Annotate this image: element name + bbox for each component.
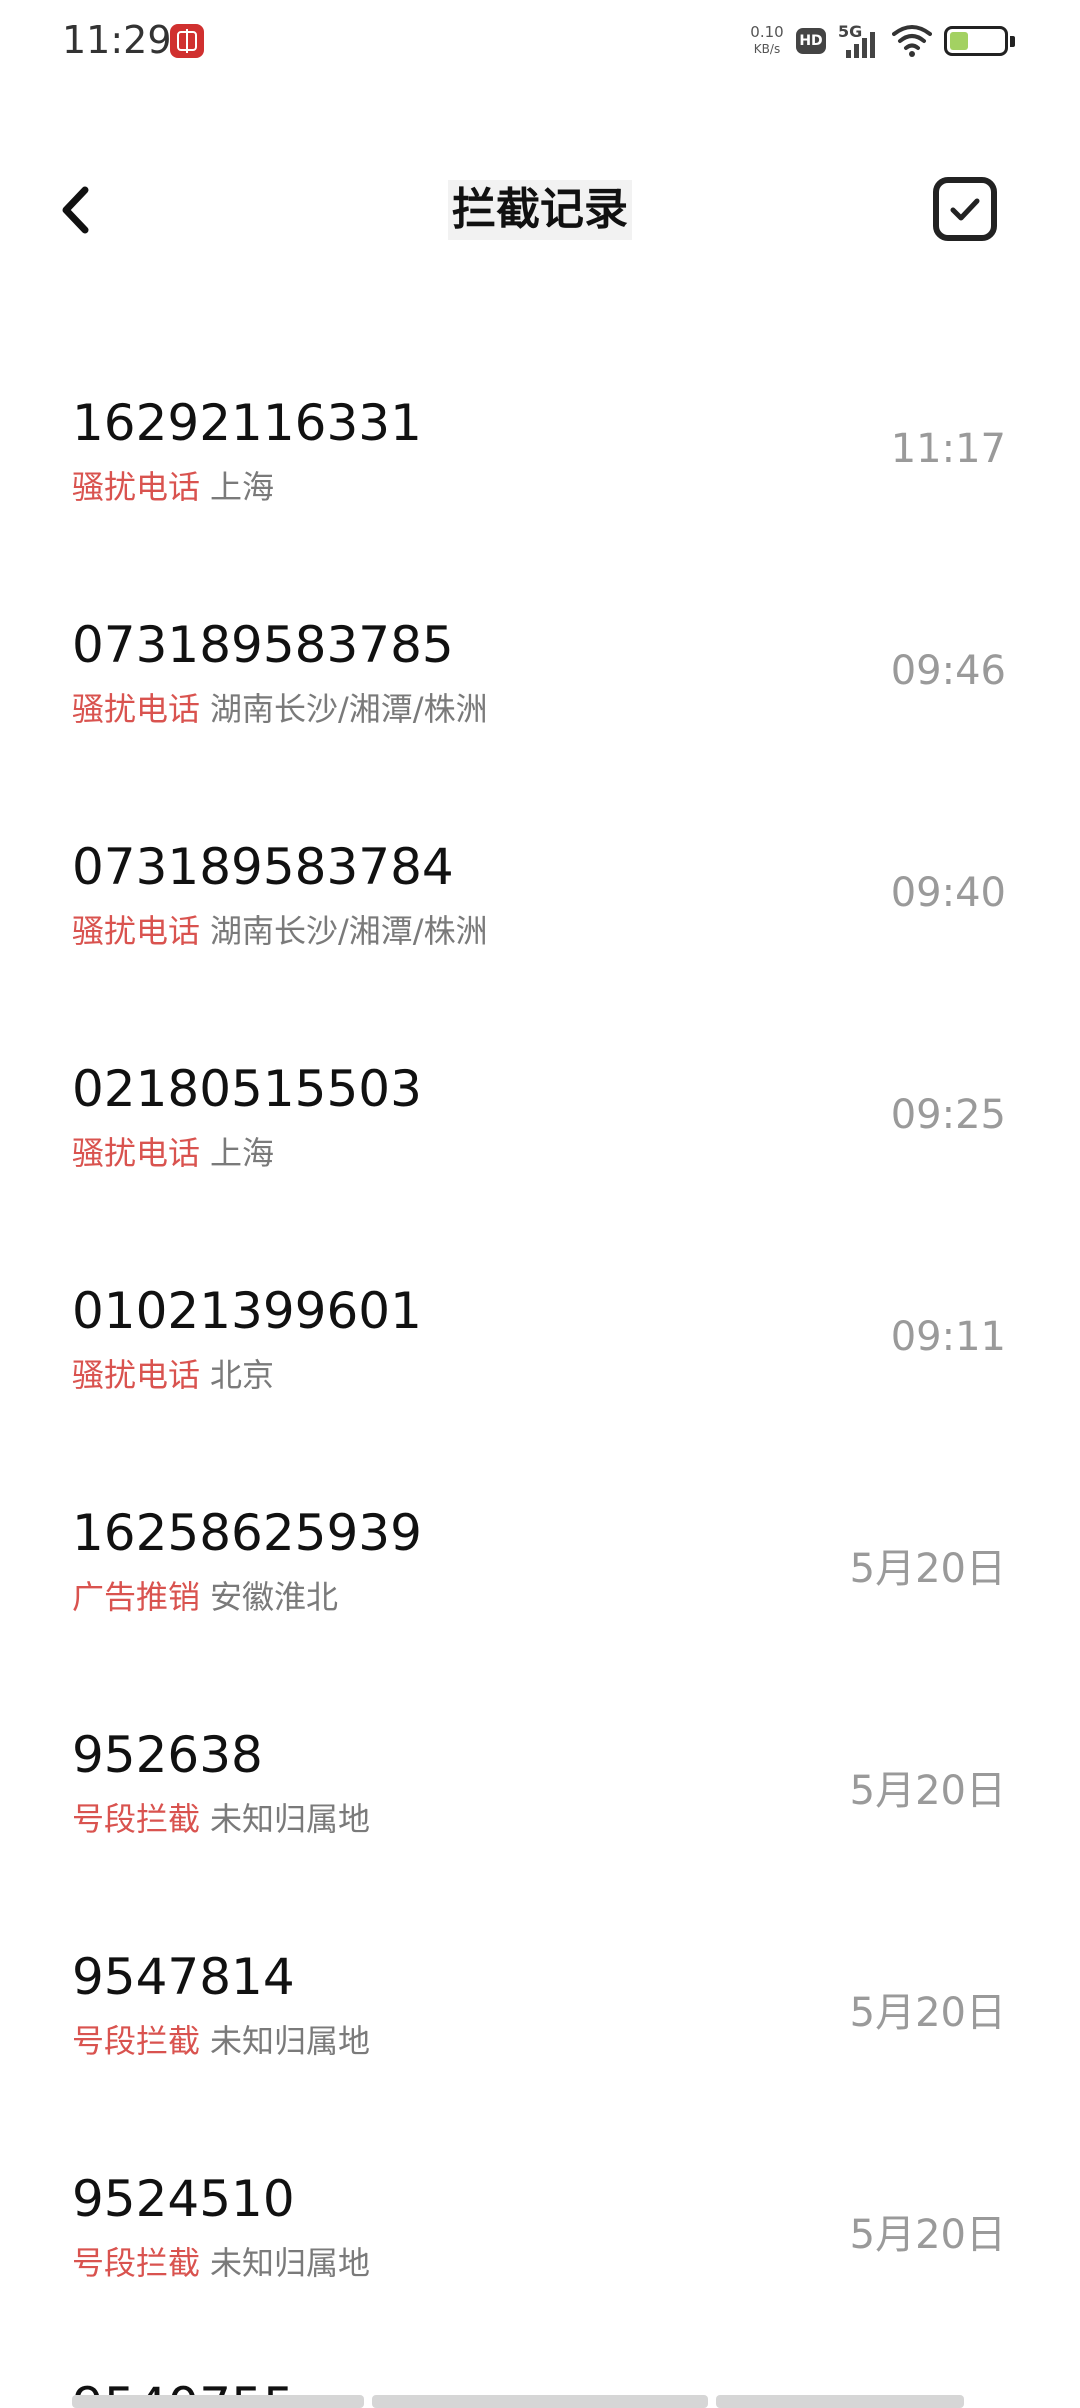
blocked-records-list: 16292116331 骚扰电话 上海 11:17 073189583785 骚扰电话 湖南… <box>0 334 1080 2332</box>
record-meta: 骚扰电话 湖南长沙/湘潭/株洲 <box>72 684 488 730</box>
record-row[interactable]: 9547814 号段拦截 未知归属地 5月20日 <box>0 1888 1080 2110</box>
record-time: 09:11 <box>890 1314 1006 1360</box>
record-tag: 骚扰电话 <box>72 1356 201 1394</box>
record-row[interactable]: 02180515503 骚扰电话 上海 09:25 <box>0 1000 1080 1222</box>
record-tag: 骚扰电话 <box>72 912 201 950</box>
bottom-segment-3 <box>716 2395 964 2408</box>
record-tag: 骚扰电话 <box>72 690 201 728</box>
battery-level-fill <box>950 32 968 50</box>
record-number: 16292116331 <box>72 394 422 452</box>
record-time: 09:40 <box>890 870 1006 916</box>
page-title: 拦截记录 <box>448 180 632 240</box>
record-time: 5月20日 <box>849 1990 1006 2036</box>
record-location: 安徽淮北 <box>210 1578 339 1616</box>
record-time: 09:46 <box>890 648 1006 694</box>
record-row[interactable]: 952638 号段拦截 未知归属地 5月20日 <box>0 1666 1080 1888</box>
record-meta: 号段拦截 未知归属地 <box>72 1794 370 1840</box>
bottom-action-bar-edge <box>72 2395 972 2408</box>
status-time: 11:29 <box>62 18 172 62</box>
record-location: 未知归属地 <box>210 2244 371 2282</box>
record-meta: 骚扰电话 湖南长沙/湘潭/株洲 <box>72 906 488 952</box>
record-number: 16258625939 <box>72 1504 422 1562</box>
status-bar: 11:29 0.10 KB/s HD 5G <box>0 0 1080 84</box>
record-row[interactable]: 16258625939 广告推销 安徽淮北 5月20日 <box>0 1444 1080 1666</box>
app-notification-icon <box>170 24 204 58</box>
top-app-bar: 拦截记录 <box>0 150 1080 270</box>
record-number: 9524510 <box>72 2170 295 2228</box>
record-location: 上海 <box>210 468 275 506</box>
record-tag: 骚扰电话 <box>72 1134 201 1172</box>
record-location: 北京 <box>210 1356 275 1394</box>
network-speed-value: 0.10 <box>750 23 784 41</box>
wifi-icon <box>892 24 932 58</box>
record-tag: 骚扰电话 <box>72 468 201 506</box>
cellular-signal-icon: 5G <box>838 22 882 60</box>
record-row[interactable]: 9524510 号段拦截 未知归属地 5月20日 <box>0 2110 1080 2332</box>
record-row[interactable]: 01021399601 骚扰电话 北京 09:11 <box>0 1222 1080 1444</box>
record-time: 5月20日 <box>849 2212 1006 2258</box>
hd-voice-icon: HD <box>796 28 826 54</box>
record-meta: 号段拦截 未知归属地 <box>72 2238 370 2284</box>
record-tag: 广告推销 <box>72 1578 201 1616</box>
record-time: 5月20日 <box>849 1768 1006 1814</box>
record-number: 952638 <box>72 1726 263 1784</box>
record-number: 073189583785 <box>72 616 454 674</box>
record-meta: 号段拦截 未知归属地 <box>72 2016 370 2062</box>
record-row[interactable]: 073189583785 骚扰电话 湖南长沙/湘潭/株洲 09:46 <box>0 556 1080 778</box>
record-location: 未知归属地 <box>210 2022 371 2060</box>
record-meta: 骚扰电话 上海 <box>72 1128 274 1174</box>
bottom-segment-2 <box>372 2395 708 2408</box>
record-row[interactable]: 073189583784 骚扰电话 湖南长沙/湘潭/株洲 09:40 <box>0 778 1080 1000</box>
record-location: 未知归属地 <box>210 1800 371 1838</box>
record-time: 5月20日 <box>849 1546 1006 1592</box>
record-number: 01021399601 <box>72 1282 422 1340</box>
select-mode-button[interactable] <box>932 176 998 242</box>
record-row[interactable]: 16292116331 骚扰电话 上海 11:17 <box>0 334 1080 556</box>
record-number: 073189583784 <box>72 838 454 896</box>
record-time: 11:17 <box>890 426 1006 472</box>
record-tag: 号段拦截 <box>72 2244 201 2282</box>
record-tag: 号段拦截 <box>72 1800 201 1838</box>
bottom-segment-1 <box>72 2395 364 2408</box>
record-number: 02180515503 <box>72 1060 422 1118</box>
record-meta: 骚扰电话 上海 <box>72 462 274 508</box>
network-speed-unit: KB/s <box>753 42 781 56</box>
record-location: 湖南长沙/湘潭/株洲 <box>210 690 488 728</box>
record-time: 09:25 <box>890 1092 1006 1138</box>
record-number: 9547814 <box>72 1948 295 2006</box>
record-meta: 广告推销 安徽淮北 <box>72 1572 338 1618</box>
battery-icon <box>944 26 1016 58</box>
network-speed: 0.10 KB/s <box>744 24 790 58</box>
record-location: 上海 <box>210 1134 275 1172</box>
record-tag: 号段拦截 <box>72 2022 201 2060</box>
page-title-wrap: 拦截记录 <box>0 180 1080 240</box>
record-location: 湖南长沙/湘潭/株洲 <box>210 912 488 950</box>
checkbox-icon <box>933 177 997 241</box>
record-meta: 骚扰电话 北京 <box>72 1350 274 1396</box>
